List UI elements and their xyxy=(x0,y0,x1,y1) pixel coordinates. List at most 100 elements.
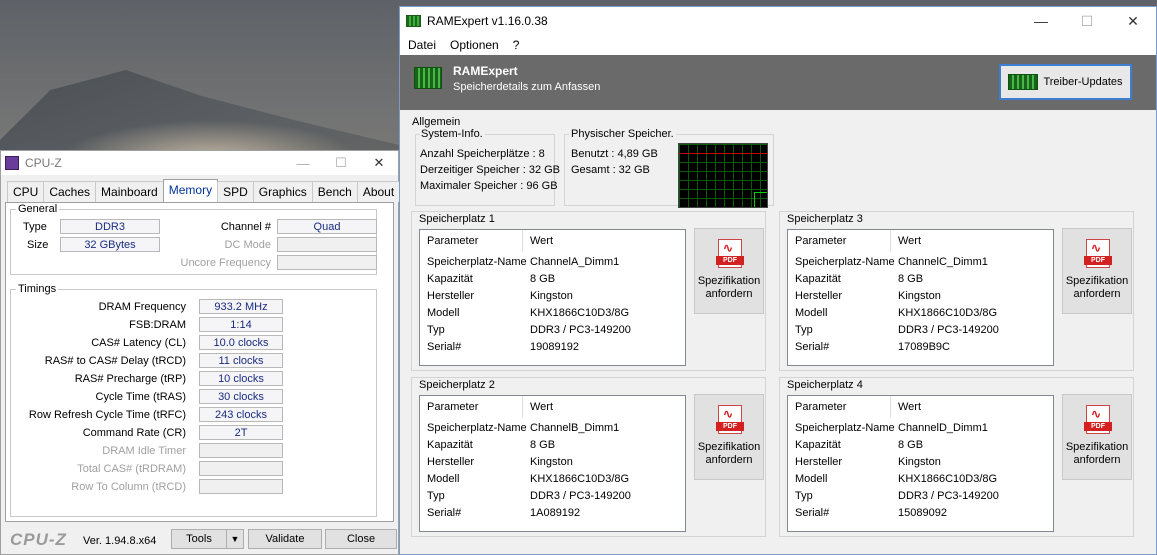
header-value[interactable]: Wert xyxy=(898,235,921,247)
slot-detail-table: Parameter Wert Speicherplatz-Name ChannelA_… xyxy=(419,229,686,366)
param-value: 8 GB xyxy=(898,439,924,451)
spec-button-line1: Spezifikation xyxy=(1065,275,1129,287)
system-info-line: Maximaler Speicher : 96 GB xyxy=(420,180,558,192)
param-name: Typ xyxy=(427,324,445,336)
memory-usage-graph xyxy=(678,143,768,208)
tools-dropdown-arrow-icon[interactable]: ▼ xyxy=(226,529,244,549)
ram-module-icon xyxy=(406,15,421,27)
header-parameter[interactable]: Parameter xyxy=(795,401,846,413)
channel-value: Quad xyxy=(277,219,377,234)
ramexpert-titlebar[interactable]: RAMExpert v1.16.0.38 — ☐ ✕ xyxy=(400,7,1156,35)
timing-value: 2T xyxy=(199,425,283,440)
timing-value: 933.2 MHz xyxy=(199,299,283,314)
tab-mainboard[interactable]: Mainboard xyxy=(95,181,164,202)
header-parameter[interactable]: Parameter xyxy=(427,235,478,247)
header-parameter[interactable]: Parameter xyxy=(795,235,846,247)
slot-detail-table: Parameter Wert Speicherplatz-Name ChannelC_… xyxy=(787,229,1054,366)
minimize-icon[interactable]: — xyxy=(1018,7,1064,35)
timing-value: 1:14 xyxy=(199,317,283,332)
request-spec-button[interactable]: ∿ PDF Spezifikation anfordern xyxy=(1062,394,1132,480)
timing-value: 10.0 clocks xyxy=(199,335,283,350)
close-icon[interactable]: ✕ xyxy=(360,151,398,175)
spec-button-line1: Spezifikation xyxy=(1065,441,1129,453)
param-name: Kapazität xyxy=(427,439,473,451)
menu-datei[interactable]: Datei xyxy=(400,38,442,52)
memory-slot-card: Speicherplatz 2 Parameter Wert Speicherplat… xyxy=(411,377,766,537)
slot-title: Speicherplatz 2 xyxy=(419,379,495,391)
ram-module-icon xyxy=(1008,74,1039,90)
pdf-badge: PDF xyxy=(716,422,744,431)
dc-mode-value xyxy=(277,237,377,252)
timing-label: RAS# Precharge (tRP) xyxy=(74,373,186,385)
banner-subtitle: Speicherdetails zum Anfassen xyxy=(453,81,601,93)
spec-button-line1: Spezifikation xyxy=(697,275,761,287)
physical-memory-line: Benutzt : 4,89 GB xyxy=(571,148,658,160)
column-divider xyxy=(522,230,523,252)
param-name: Speicherplatz-Name xyxy=(427,422,527,434)
param-name: Hersteller xyxy=(795,290,843,302)
header-value[interactable]: Wert xyxy=(530,401,553,413)
header-parameter[interactable]: Parameter xyxy=(427,401,478,413)
param-value: KHX1866C10D3/8G xyxy=(530,307,630,319)
driver-updates-button[interactable]: Treiber-Updates xyxy=(999,64,1132,100)
header-banner: RAMExpert Speicherdetails zum Anfassen T… xyxy=(400,55,1156,110)
tab-about[interactable]: About xyxy=(356,181,401,202)
tab-caches[interactable]: Caches xyxy=(43,181,97,202)
param-name: Hersteller xyxy=(427,290,475,302)
system-info-header: System-Info. xyxy=(419,128,485,140)
timing-label: Total CAS# (tRDRAM) xyxy=(77,463,186,475)
param-value: Kingston xyxy=(898,290,941,302)
param-value: 17089B9C xyxy=(898,341,950,353)
timing-label: DRAM Idle Timer xyxy=(102,445,186,457)
cpuz-window-title: CPU-Z xyxy=(25,156,62,170)
ramexpert-window-title: RAMExpert v1.16.0.38 xyxy=(427,14,548,28)
menu-optionen[interactable]: Optionen xyxy=(442,38,505,52)
timing-value xyxy=(199,479,283,494)
maximize-icon[interactable]: ☐ xyxy=(1064,7,1110,35)
request-spec-button[interactable]: ∿ PDF Spezifikation anfordern xyxy=(694,228,764,314)
minimize-icon[interactable]: — xyxy=(284,151,322,175)
tab-graphics[interactable]: Graphics xyxy=(252,181,313,202)
param-name: Typ xyxy=(795,490,813,502)
param-name: Serial# xyxy=(427,507,462,519)
tab-bench[interactable]: Bench xyxy=(311,181,358,202)
spec-button-line2: anfordern xyxy=(705,454,753,466)
param-value: ChannelC_Dimm1 xyxy=(898,256,988,268)
cpuz-version: Ver. 1.94.8.x64 xyxy=(83,535,157,547)
ram-module-icon xyxy=(414,67,442,89)
param-value: Kingston xyxy=(530,456,573,468)
pdf-icon: ∿ PDF xyxy=(1084,405,1112,434)
param-value: Kingston xyxy=(898,456,941,468)
slot-title: Speicherplatz 4 xyxy=(787,379,863,391)
param-value: KHX1866C10D3/8G xyxy=(530,473,630,485)
cpuz-titlebar[interactable]: CPU-Z — ☐ ✕ xyxy=(1,151,398,175)
tools-button[interactable]: Tools xyxy=(171,529,227,549)
timing-value: 11 clocks xyxy=(199,353,283,368)
request-spec-button[interactable]: ∿ PDF Spezifikation anfordern xyxy=(1062,228,1132,314)
param-name: Hersteller xyxy=(427,456,475,468)
cpuz-brand-logo: CPU-Z xyxy=(10,530,67,549)
column-divider xyxy=(890,230,891,252)
timing-label: Cycle Time (tRAS) xyxy=(95,391,186,403)
tab-memory[interactable]: Memory xyxy=(162,179,219,203)
request-spec-button[interactable]: ∿ PDF Spezifikation anfordern xyxy=(694,394,764,480)
param-name: Modell xyxy=(427,307,460,319)
validate-button-label: Validate xyxy=(265,533,305,545)
validate-button[interactable]: Validate xyxy=(248,529,322,549)
menu-help[interactable]: ? xyxy=(505,38,526,52)
tab-cpu[interactable]: CPU xyxy=(7,181,45,202)
param-value: Kingston xyxy=(530,290,573,302)
param-value: 15089092 xyxy=(898,507,947,519)
close-button[interactable]: Close xyxy=(325,529,397,549)
header-value[interactable]: Wert xyxy=(530,235,553,247)
graph-usage-line xyxy=(754,192,767,207)
timing-label: DRAM Frequency xyxy=(98,301,186,313)
param-name: Modell xyxy=(427,473,460,485)
close-icon[interactable]: ✕ xyxy=(1110,7,1156,35)
tab-spd[interactable]: SPD xyxy=(217,181,254,202)
header-value[interactable]: Wert xyxy=(898,401,921,413)
pdf-icon: ∿ PDF xyxy=(1084,239,1112,268)
maximize-icon[interactable]: ☐ xyxy=(322,151,360,175)
param-value: 19089192 xyxy=(530,341,579,353)
param-value: ChannelD_Dimm1 xyxy=(898,422,988,434)
